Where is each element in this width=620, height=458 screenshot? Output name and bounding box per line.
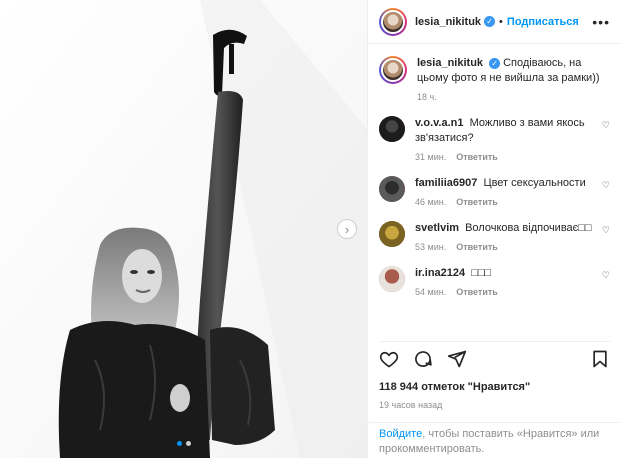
reply-button[interactable]: Ответить: [456, 287, 498, 297]
comment-bubble-icon[interactable]: [413, 349, 433, 369]
verified-badge-icon: ✓: [484, 16, 496, 27]
carousel-dot-1: [176, 441, 182, 446]
post-actions-bar: [379, 341, 610, 369]
author-username[interactable]: lesia_nikituk: [415, 16, 481, 28]
follow-button[interactable]: Подписаться: [507, 16, 579, 28]
save-bookmark-icon[interactable]: [590, 349, 610, 369]
caption-item: lesia_nikituk ✓ Сподіваюсь, на цьому фото…: [379, 56, 610, 102]
like-comment-icon[interactable]: ♡: [602, 225, 610, 236]
comment-item: svetlvim Волочкова відпочиває□□ 53 мин. …: [379, 221, 610, 252]
reply-button[interactable]: Ответить: [456, 242, 498, 252]
login-link[interactable]: Войдите: [379, 428, 422, 440]
like-comment-icon[interactable]: ♡: [602, 180, 610, 191]
post-photo[interactable]: ›: [0, 0, 368, 458]
comment-time: 54 мин.: [415, 287, 447, 297]
separator-dot: •: [499, 15, 503, 28]
comment-text: Волочкова відпочиває□□: [465, 222, 592, 234]
comment-username[interactable]: familiia6907: [415, 177, 477, 189]
next-photo-button[interactable]: ›: [337, 219, 357, 239]
comment-item: familiia6907 Цвет сексуальности 46 мин. …: [379, 176, 610, 207]
caption-username[interactable]: lesia_nikituk: [417, 57, 483, 69]
comment-item: v.o.v.a.n1 Можливо з вами якось зв'язати…: [379, 116, 610, 162]
comment-time: 53 мин.: [415, 242, 447, 252]
like-comment-icon[interactable]: ♡: [602, 120, 610, 131]
comment-username[interactable]: ir.ina2124: [415, 267, 465, 279]
login-prompt: Войдите, чтобы поставить «Нравится» или …: [369, 422, 620, 458]
carousel-indicator: [176, 441, 191, 446]
caption-avatar[interactable]: [379, 56, 407, 84]
comments-list: lesia_nikituk ✓ Сподіваюсь, на цьому фото…: [369, 44, 620, 341]
carousel-dot-2: [185, 441, 191, 446]
comment-text: Цвет сексуальности: [483, 177, 586, 189]
commenter-avatar[interactable]: [379, 116, 405, 142]
caption-time: 18 ч.: [417, 92, 437, 102]
like-comment-icon[interactable]: ♡: [602, 270, 610, 281]
comment-item: ir.ina2124 □□□ 54 мин. Ответить ♡: [379, 266, 610, 297]
comment-time: 31 мин.: [415, 152, 447, 162]
comment-text: □□□: [471, 267, 492, 279]
verified-badge-icon: ✓: [489, 57, 501, 69]
commenter-avatar[interactable]: [379, 221, 405, 247]
post-details-panel: lesia_nikituk ✓ • Подписаться ••• lesia_…: [369, 0, 620, 458]
comment-time: 46 мин.: [415, 197, 447, 207]
comment-username[interactable]: v.o.v.a.n1: [415, 117, 464, 129]
reply-button[interactable]: Ответить: [456, 197, 498, 207]
share-paper-plane-icon[interactable]: [447, 349, 467, 369]
likes-count[interactable]: 118 944 отметок "Нравится": [379, 381, 530, 393]
instagram-post-view: › lesia_nikituk ✓ • Подписаться ••• lesi…: [0, 0, 620, 458]
comment-username[interactable]: svetlvim: [415, 222, 459, 234]
post-header: lesia_nikituk ✓ • Подписаться •••: [369, 0, 620, 44]
commenter-avatar[interactable]: [379, 266, 405, 292]
post-time: 19 часов назад: [379, 400, 443, 410]
author-avatar[interactable]: [379, 7, 407, 36]
like-heart-icon[interactable]: [379, 349, 399, 369]
more-options-icon[interactable]: •••: [592, 14, 610, 30]
reply-button[interactable]: Ответить: [456, 152, 498, 162]
photo-illustration: [0, 0, 367, 458]
commenter-avatar[interactable]: [379, 176, 405, 202]
